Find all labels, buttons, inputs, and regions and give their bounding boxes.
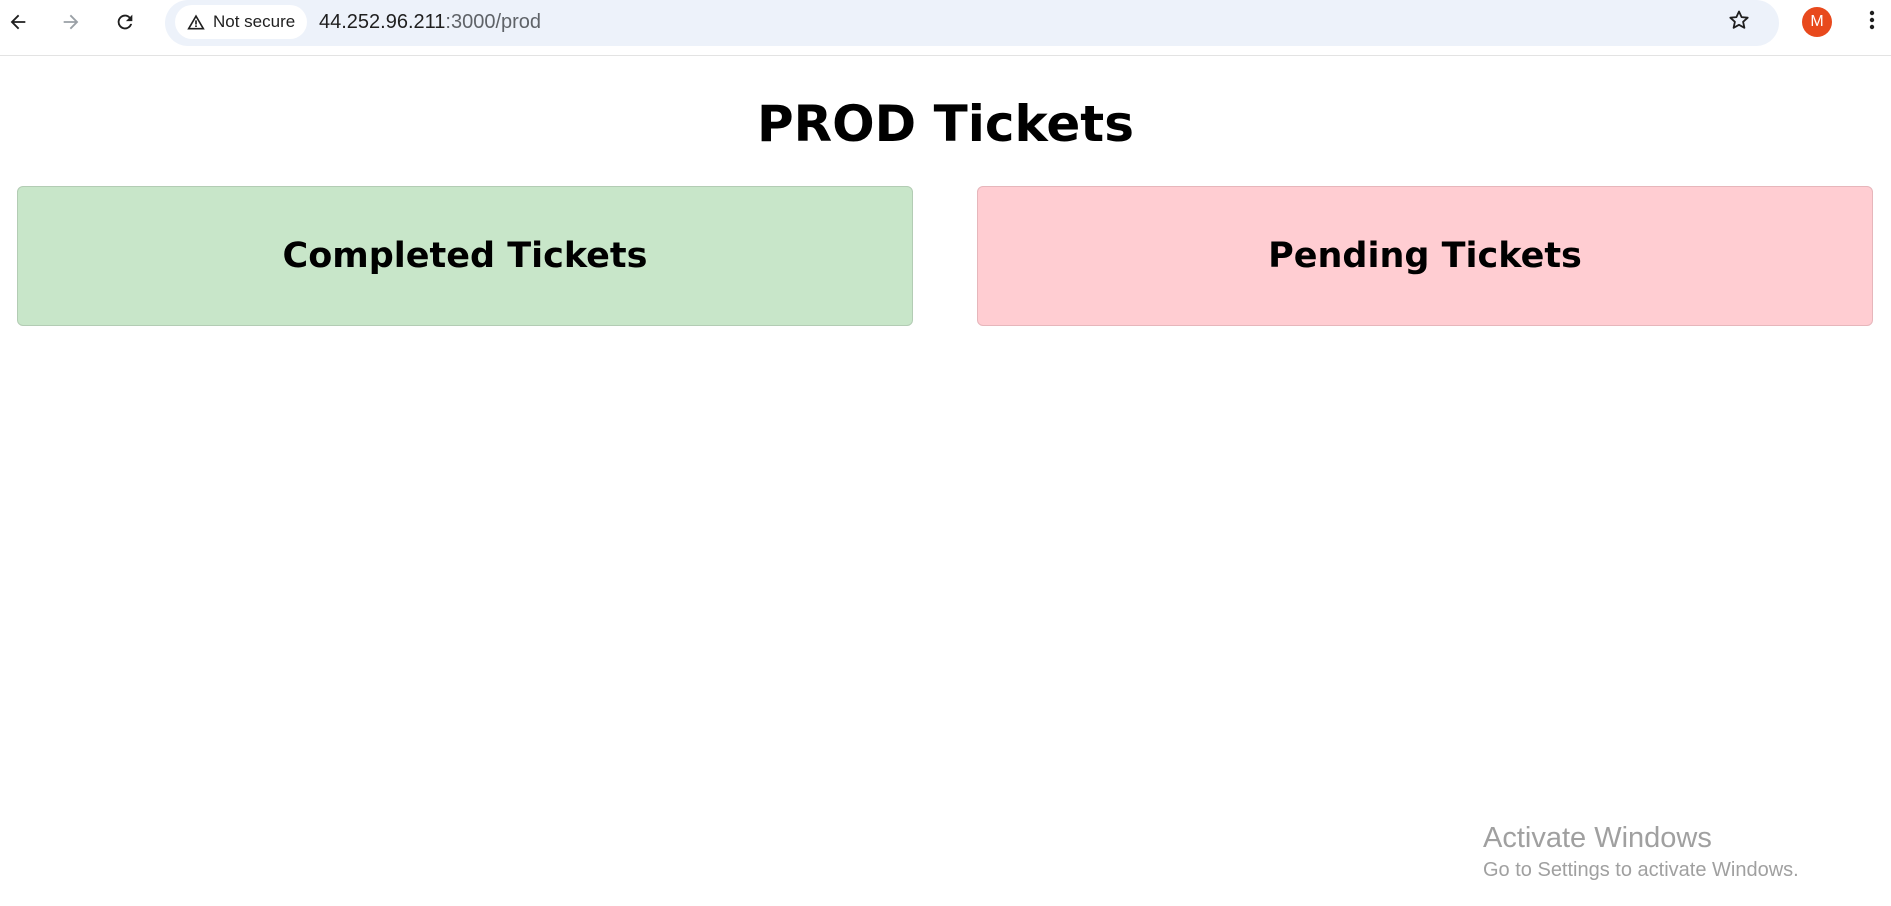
profile-avatar[interactable]: M bbox=[1802, 7, 1832, 37]
browser-menu-button[interactable] bbox=[1856, 6, 1888, 38]
completed-tickets-card[interactable]: Completed Tickets bbox=[17, 186, 913, 326]
reload-icon bbox=[114, 11, 136, 33]
star-icon bbox=[1727, 8, 1751, 37]
pending-tickets-card[interactable]: Pending Tickets bbox=[977, 186, 1873, 326]
page-title: PROD Tickets bbox=[757, 95, 1134, 153]
watermark-title: Activate Windows bbox=[1483, 822, 1712, 854]
more-vertical-icon bbox=[1862, 8, 1882, 37]
forward-button[interactable] bbox=[55, 6, 87, 38]
back-button[interactable] bbox=[2, 6, 34, 38]
url-path: :3000/prod bbox=[445, 11, 542, 33]
security-chip-label: Not secure bbox=[213, 12, 296, 31]
pending-tickets-label: Pending Tickets bbox=[1268, 236, 1582, 276]
completed-tickets-label: Completed Tickets bbox=[282, 236, 648, 276]
address-bar[interactable]: Not secure 44.252.96.211:3000/prod bbox=[165, 0, 1779, 46]
bookmark-button[interactable] bbox=[1723, 6, 1755, 38]
arrow-left-icon bbox=[7, 11, 29, 33]
warning-triangle-icon bbox=[185, 11, 207, 33]
reload-button[interactable] bbox=[109, 6, 141, 38]
watermark-subtitle: Go to Settings to activate Windows. bbox=[1483, 859, 1799, 881]
browser-toolbar: Not secure 44.252.96.211:3000/prod M bbox=[0, 0, 1891, 56]
security-chip[interactable]: Not secure bbox=[175, 5, 308, 39]
url-host: 44.252.96.211 bbox=[319, 11, 446, 33]
windows-activation-watermark: Activate Windows Go to Settings to activ… bbox=[1483, 820, 1799, 884]
arrow-right-icon bbox=[60, 11, 82, 33]
url-text[interactable]: 44.252.96.211:3000/prod bbox=[319, 0, 541, 44]
